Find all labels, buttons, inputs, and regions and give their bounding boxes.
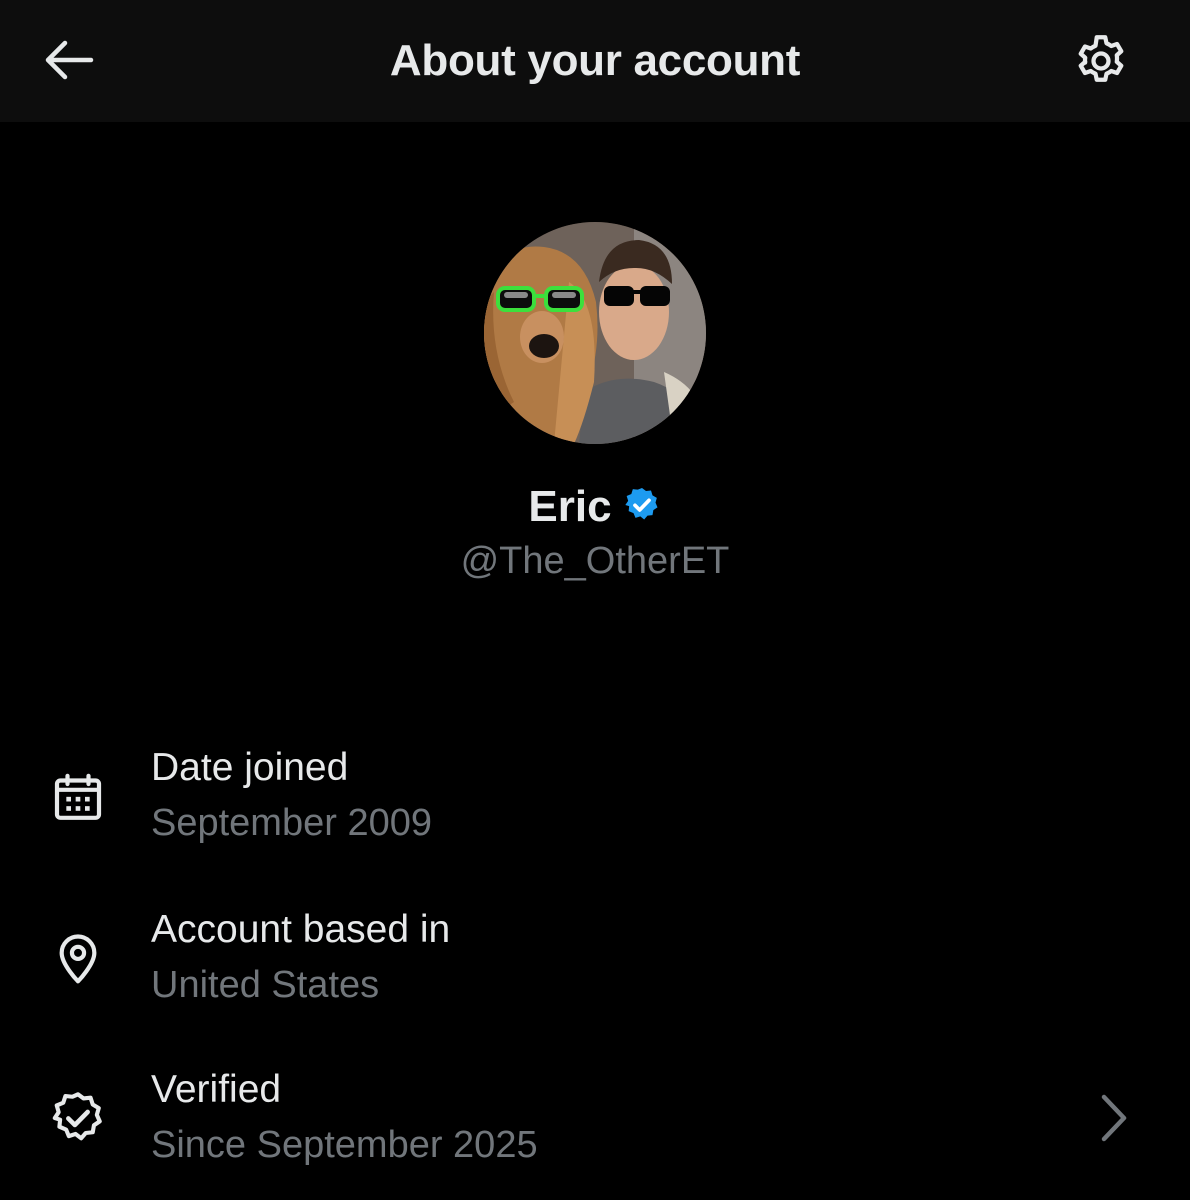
verified-badge-icon <box>622 485 662 530</box>
date-joined-label: Date joined <box>151 746 349 789</box>
verified-value: Since September 2025 <box>151 1124 538 1166</box>
account-location-label: Account based in <box>151 908 451 951</box>
profile-handle: @The_OtherET <box>460 540 730 582</box>
gear-icon <box>1071 31 1131 96</box>
profile-photo[interactable] <box>484 222 706 444</box>
date-joined-value: September 2009 <box>151 802 432 844</box>
account-location-row: Account based in United States <box>0 900 1190 1030</box>
account-location-value: United States <box>151 964 380 1006</box>
calendar-icon <box>46 766 110 830</box>
settings-button[interactable] <box>1068 30 1134 96</box>
date-joined-row: Date joined September 2009 <box>0 740 1190 870</box>
page-title: About your account <box>389 36 801 85</box>
verified-check-icon <box>46 1086 110 1150</box>
chevron-right-icon[interactable] <box>1092 1088 1136 1148</box>
verified-row[interactable]: Verified Since September 2025 <box>0 1060 1190 1190</box>
location-pin-icon <box>46 926 110 990</box>
profile-name-row: Eric <box>0 482 1190 532</box>
verified-label: Verified <box>151 1068 282 1111</box>
profile-name: Eric <box>528 482 612 531</box>
top-bar: About your account <box>0 0 1190 122</box>
